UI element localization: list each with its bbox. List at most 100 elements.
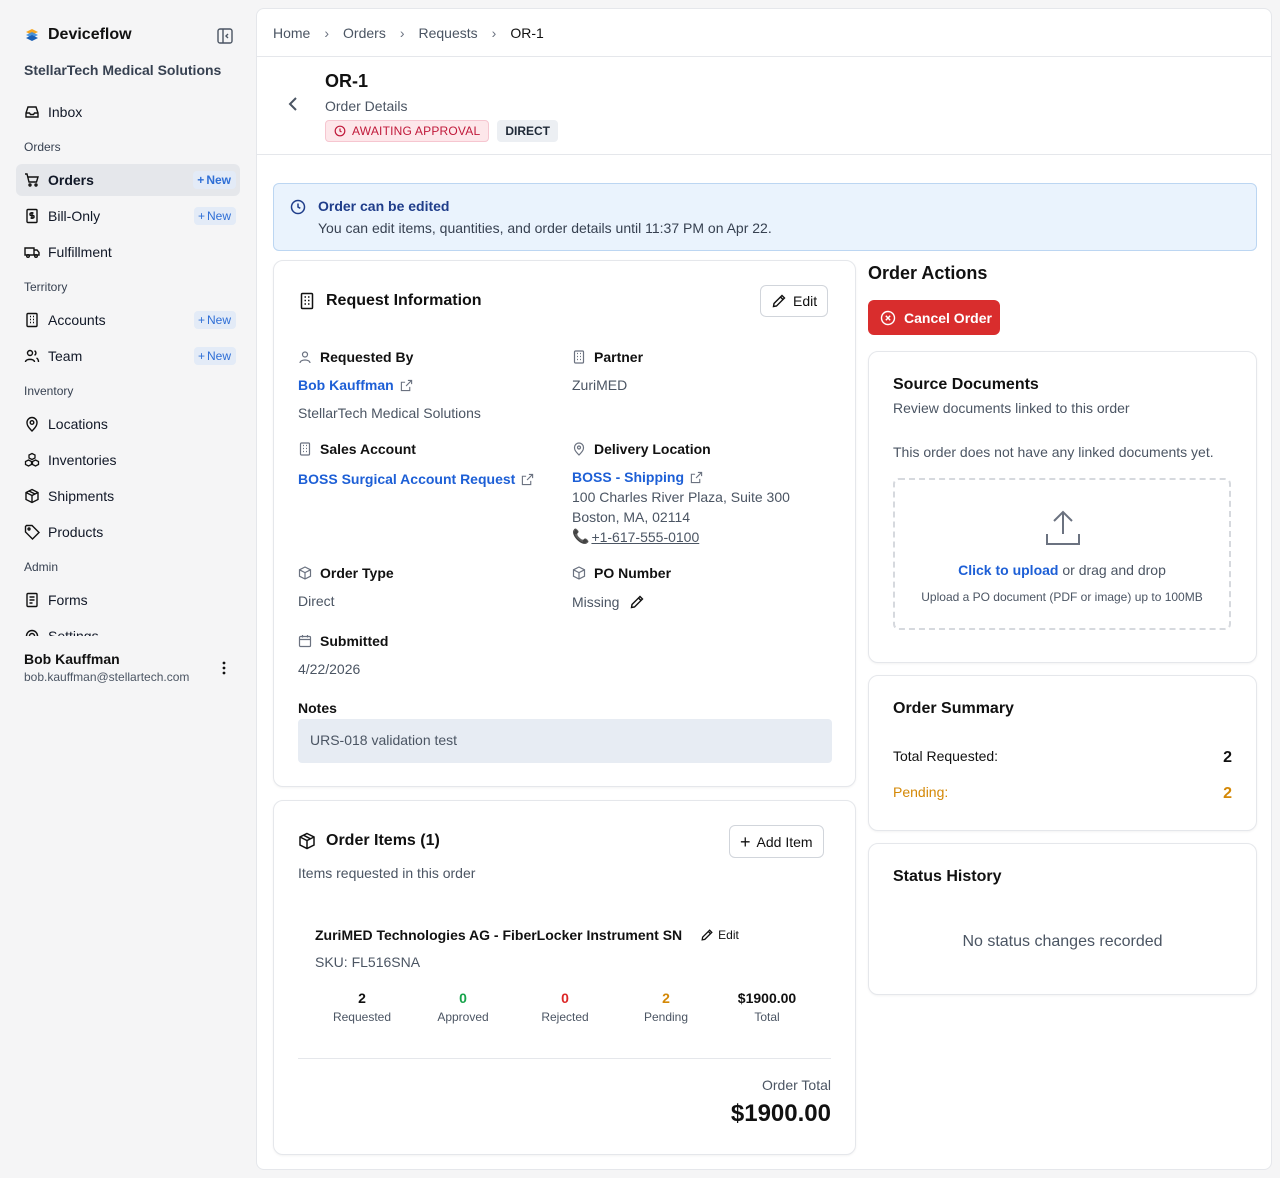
requested-by-label: Requested By <box>298 349 413 365</box>
chevron-right-icon: › <box>399 25 405 41</box>
sidebar-item-shipments[interactable]: Shipments <box>16 480 240 512</box>
plus-icon: + <box>740 831 751 852</box>
external-link-icon <box>521 473 534 486</box>
order-items-card: Order Items (1) + Add Item Items request… <box>273 800 856 1155</box>
card-title: Request Information <box>326 292 482 309</box>
page-title: OR-1 <box>325 71 369 91</box>
section-territory: Territory <box>24 280 68 294</box>
building-icon <box>298 442 312 456</box>
inbox-icon <box>24 104 40 120</box>
user-email: bob.kauffman@stellartech.com <box>24 670 190 684</box>
edit-request-button[interactable]: Edit <box>760 285 829 317</box>
empty-documents-text: This order does not have any linked docu… <box>893 444 1214 460</box>
add-item-button[interactable]: + Add Item <box>729 825 824 858</box>
clock-icon <box>290 199 306 215</box>
breadcrumb: Home › Orders › Requests › OR-1 <box>273 25 544 41</box>
upload-text: Click to upload or drag and drop <box>958 562 1166 578</box>
edit-po-pencil-icon[interactable] <box>629 594 645 610</box>
sidebar-item-accounts[interactable]: Accounts + New <box>16 304 240 336</box>
divider <box>298 1058 831 1059</box>
breadcrumb-home[interactable]: Home <box>273 25 310 41</box>
sidebar-item-label: Products <box>48 524 104 540</box>
pencil-icon <box>700 928 714 942</box>
new-account-button[interactable]: + New <box>193 311 236 329</box>
card-title: Status History <box>893 868 1002 885</box>
package-icon <box>298 566 312 580</box>
plus-icon: + <box>197 349 205 363</box>
order-type-value: Direct <box>298 593 335 609</box>
sidebar-item-inbox[interactable]: Inbox <box>16 96 240 128</box>
x-circle-icon <box>880 310 896 326</box>
breadcrumb-orders[interactable]: Orders <box>343 25 386 41</box>
sidebar-item-team[interactable]: Team + New <box>16 340 240 372</box>
package-icon <box>298 832 316 850</box>
status-badge: AWAITING APPROVAL <box>325 120 490 142</box>
sidebar-item-label: Forms <box>48 592 88 608</box>
total-requested-value: 2 <box>1223 749 1232 766</box>
sidebar-item-bill-only[interactable]: Bill-Only + New <box>16 200 240 232</box>
building-icon <box>24 312 40 328</box>
external-link-icon <box>690 471 703 484</box>
requested-by-value: Bob Kauffman <box>298 377 413 393</box>
order-type-label: Order Type <box>298 565 394 581</box>
sidebar-item-label: Settings <box>48 628 99 636</box>
sidebar-item-products[interactable]: Products <box>16 516 240 548</box>
stat-pending: 2 Pending <box>643 990 689 1024</box>
header-badges: AWAITING APPROVAL DIRECT <box>325 120 558 142</box>
stat-total: $1900.00 Total <box>737 990 797 1024</box>
back-arrow-icon[interactable] <box>285 95 301 113</box>
breadcrumb-current: OR-1 <box>510 25 544 41</box>
status-history-card: Status History No status changes recorde… <box>868 843 1257 995</box>
delivery-location-label: Delivery Location <box>572 441 711 457</box>
sidebar-scroll-clip: Settings <box>16 620 240 636</box>
upload-dropzone[interactable]: Click to upload or drag and drop Upload … <box>893 478 1231 630</box>
brand[interactable]: Deviceflow <box>24 26 132 44</box>
sidebar-item-fulfillment[interactable]: Fulfillment <box>16 236 240 268</box>
new-order-button[interactable]: + New <box>193 171 236 189</box>
sidebar-collapse-icon[interactable] <box>216 27 234 45</box>
brand-name: Deviceflow <box>48 26 132 43</box>
phone-icon: 📞 <box>572 528 590 544</box>
org-name: StellarTech Medical Solutions <box>24 62 222 78</box>
phone-link[interactable]: +1-617-555-0100 <box>591 529 699 545</box>
type-badge: DIRECT <box>497 120 558 142</box>
sidebar-item-orders[interactable]: Orders + New <box>16 164 240 196</box>
main-panel: Home › Orders › Requests › OR-1 OR-1 Ord… <box>256 8 1272 1170</box>
map-pin-icon <box>572 442 586 456</box>
divider <box>257 56 1271 57</box>
item-name: ZuriMED Technologies AG - FiberLocker In… <box>315 927 683 943</box>
user-profile[interactable]: Bob Kauffman bob.kauffman@stellartech.co… <box>24 651 189 684</box>
form-icon <box>24 592 40 608</box>
stat-requested: 2 Requested <box>332 990 392 1024</box>
click-to-upload-link[interactable]: Click to upload <box>958 562 1058 578</box>
plus-icon: + <box>197 173 205 187</box>
new-team-button[interactable]: + New <box>193 347 236 365</box>
sidebar-item-label: Locations <box>48 416 108 432</box>
map-pin-icon <box>24 416 40 432</box>
external-link-icon <box>400 379 413 392</box>
sidebar-item-settings[interactable]: Settings <box>16 620 240 636</box>
divider <box>257 154 1271 155</box>
tag-icon <box>24 524 40 540</box>
sidebar-item-locations[interactable]: Locations <box>16 408 240 440</box>
upload-icon <box>1043 508 1083 548</box>
card-title: Source Documents <box>893 376 1039 393</box>
breadcrumb-requests[interactable]: Requests <box>419 25 478 41</box>
delivery-phone: 📞 +1-617-555-0100 <box>572 528 699 545</box>
card-title: Order Summary <box>893 700 1014 717</box>
more-vertical-icon[interactable] <box>218 660 230 676</box>
delivery-location-link[interactable]: BOSS - Shipping <box>572 469 703 485</box>
plus-icon: + <box>197 209 205 223</box>
sidebar-item-label: Inbox <box>48 104 83 120</box>
plus-icon: + <box>197 313 205 327</box>
new-bill-only-button[interactable]: + New <box>193 207 236 225</box>
requested-by-link[interactable]: Bob Kauffman <box>298 377 413 393</box>
stat-rejected: 0 Rejected <box>541 990 589 1024</box>
cancel-order-button[interactable]: Cancel Order <box>868 300 1000 335</box>
partner-label: Partner <box>572 349 643 365</box>
sidebar-item-forms[interactable]: Forms <box>16 584 240 616</box>
sidebar-item-inventories[interactable]: Inventories <box>16 444 240 476</box>
edit-item-button[interactable]: Edit <box>700 928 739 942</box>
sidebar-item-label: Inventories <box>48 452 117 468</box>
sales-account-link[interactable]: BOSS Surgical Account Request <box>298 471 534 487</box>
